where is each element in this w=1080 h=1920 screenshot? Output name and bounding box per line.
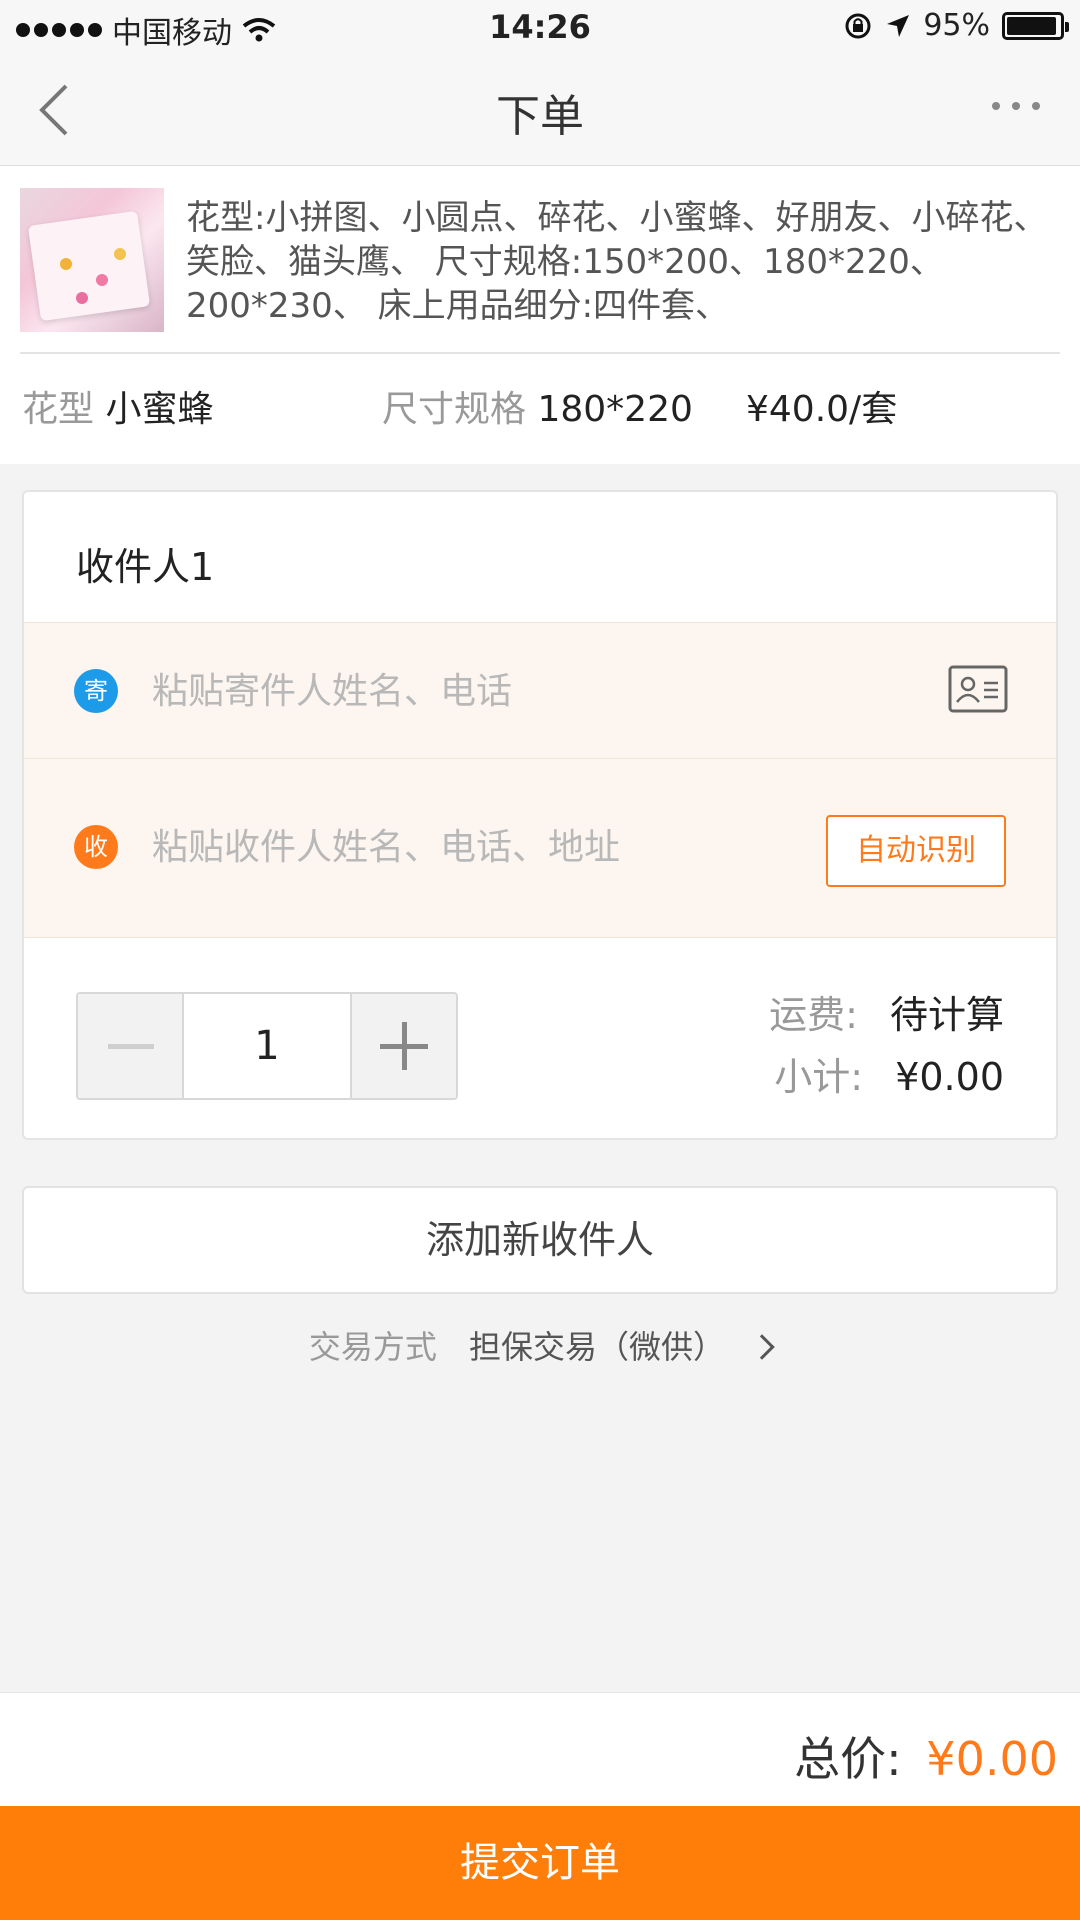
pattern-dot (114, 248, 126, 260)
subtotal-row: 小计: ¥0.00 (774, 1046, 1004, 1101)
quantity-value[interactable]: 1 (184, 994, 350, 1098)
divider (20, 352, 1060, 354)
status-bar: 中国移动 14:26 95% (0, 0, 1080, 54)
rotation-lock-icon (845, 13, 871, 38)
contact-card-icon[interactable] (948, 665, 1008, 713)
recipient-title: 收件人1 (76, 545, 215, 589)
product-summary: 花型:小拼图、小圆点、碎花、小蜜蜂、好朋友、小碎花、笑脸、猫头鹰、 尺寸规格:1… (0, 166, 1080, 464)
battery-percent: 95% (923, 8, 990, 43)
trade-value: 担保交易（微供） (469, 1328, 726, 1366)
pattern-dot (96, 274, 108, 286)
product-thumbnail[interactable] (20, 188, 164, 332)
quantity-stepper: 1 (76, 992, 458, 1100)
plus-icon[interactable] (350, 994, 456, 1098)
size-label: 尺寸规格 (382, 389, 527, 430)
trade-method-row[interactable]: 交易方式 担保交易（微供） (0, 1322, 1080, 1368)
submit-order-button[interactable]: 提交订单 (0, 1806, 1080, 1920)
receiver-paste-input[interactable] (152, 817, 792, 877)
add-recipient-button[interactable]: 添加新收件人 (22, 1186, 1058, 1294)
auto-recognize-button[interactable]: 自动识别 (826, 815, 1006, 887)
pattern-spec: 花型 小蜜蜂 (22, 388, 213, 432)
receiver-badge: 收 (74, 825, 118, 869)
sender-paste-input[interactable] (152, 661, 792, 721)
size-value: 180*220 (537, 389, 693, 430)
sender-paste-row: 寄 (24, 622, 1056, 758)
trade-label: 交易方式 (308, 1328, 437, 1366)
sender-badge: 寄 (74, 669, 118, 713)
shipping-value: 待计算 (889, 993, 1004, 1037)
pattern-dot (60, 258, 72, 270)
more-dots-icon[interactable] (992, 102, 1040, 110)
nav-bar: 下单 (0, 54, 1080, 166)
size-spec: 尺寸规格 180*220 (382, 388, 693, 432)
pattern-dot (76, 292, 88, 304)
total-value: ¥0.00 (926, 1732, 1058, 1786)
unit-price: ¥40.0/套 (746, 389, 898, 430)
total-price: 总价: ¥0.00 (794, 1723, 1058, 1789)
total-bar: 总价: ¥0.00 (0, 1692, 1080, 1806)
chevron-right-icon (749, 1334, 775, 1360)
shipping-label: 运费: (769, 993, 858, 1037)
battery-icon (1002, 11, 1069, 40)
location-arrow-icon (887, 14, 910, 37)
recipient-card: 收件人1 寄 收 自动识别 1 运费: 待计算 小计: ¥0.00 (22, 490, 1058, 1140)
total-label: 总价: (794, 1732, 902, 1786)
product-description: 花型:小拼图、小圆点、碎花、小蜜蜂、好朋友、小碎花、笑脸、猫头鹰、 尺寸规格:1… (186, 198, 1048, 326)
shipping-row: 运费: 待计算 (769, 984, 1004, 1039)
pattern-value: 小蜜蜂 (105, 389, 214, 430)
status-right: 95% (843, 8, 1069, 43)
blanket-shape (27, 210, 151, 322)
minus-icon[interactable] (78, 994, 184, 1098)
subtotal-label: 小计: (774, 1055, 864, 1099)
battery-fill (1007, 16, 1057, 35)
subtotal-value: ¥0.00 (895, 1055, 1004, 1099)
pattern-label: 花型 (22, 389, 95, 430)
receiver-paste-row: 收 自动识别 (24, 758, 1056, 938)
page-title: 下单 (496, 91, 584, 142)
